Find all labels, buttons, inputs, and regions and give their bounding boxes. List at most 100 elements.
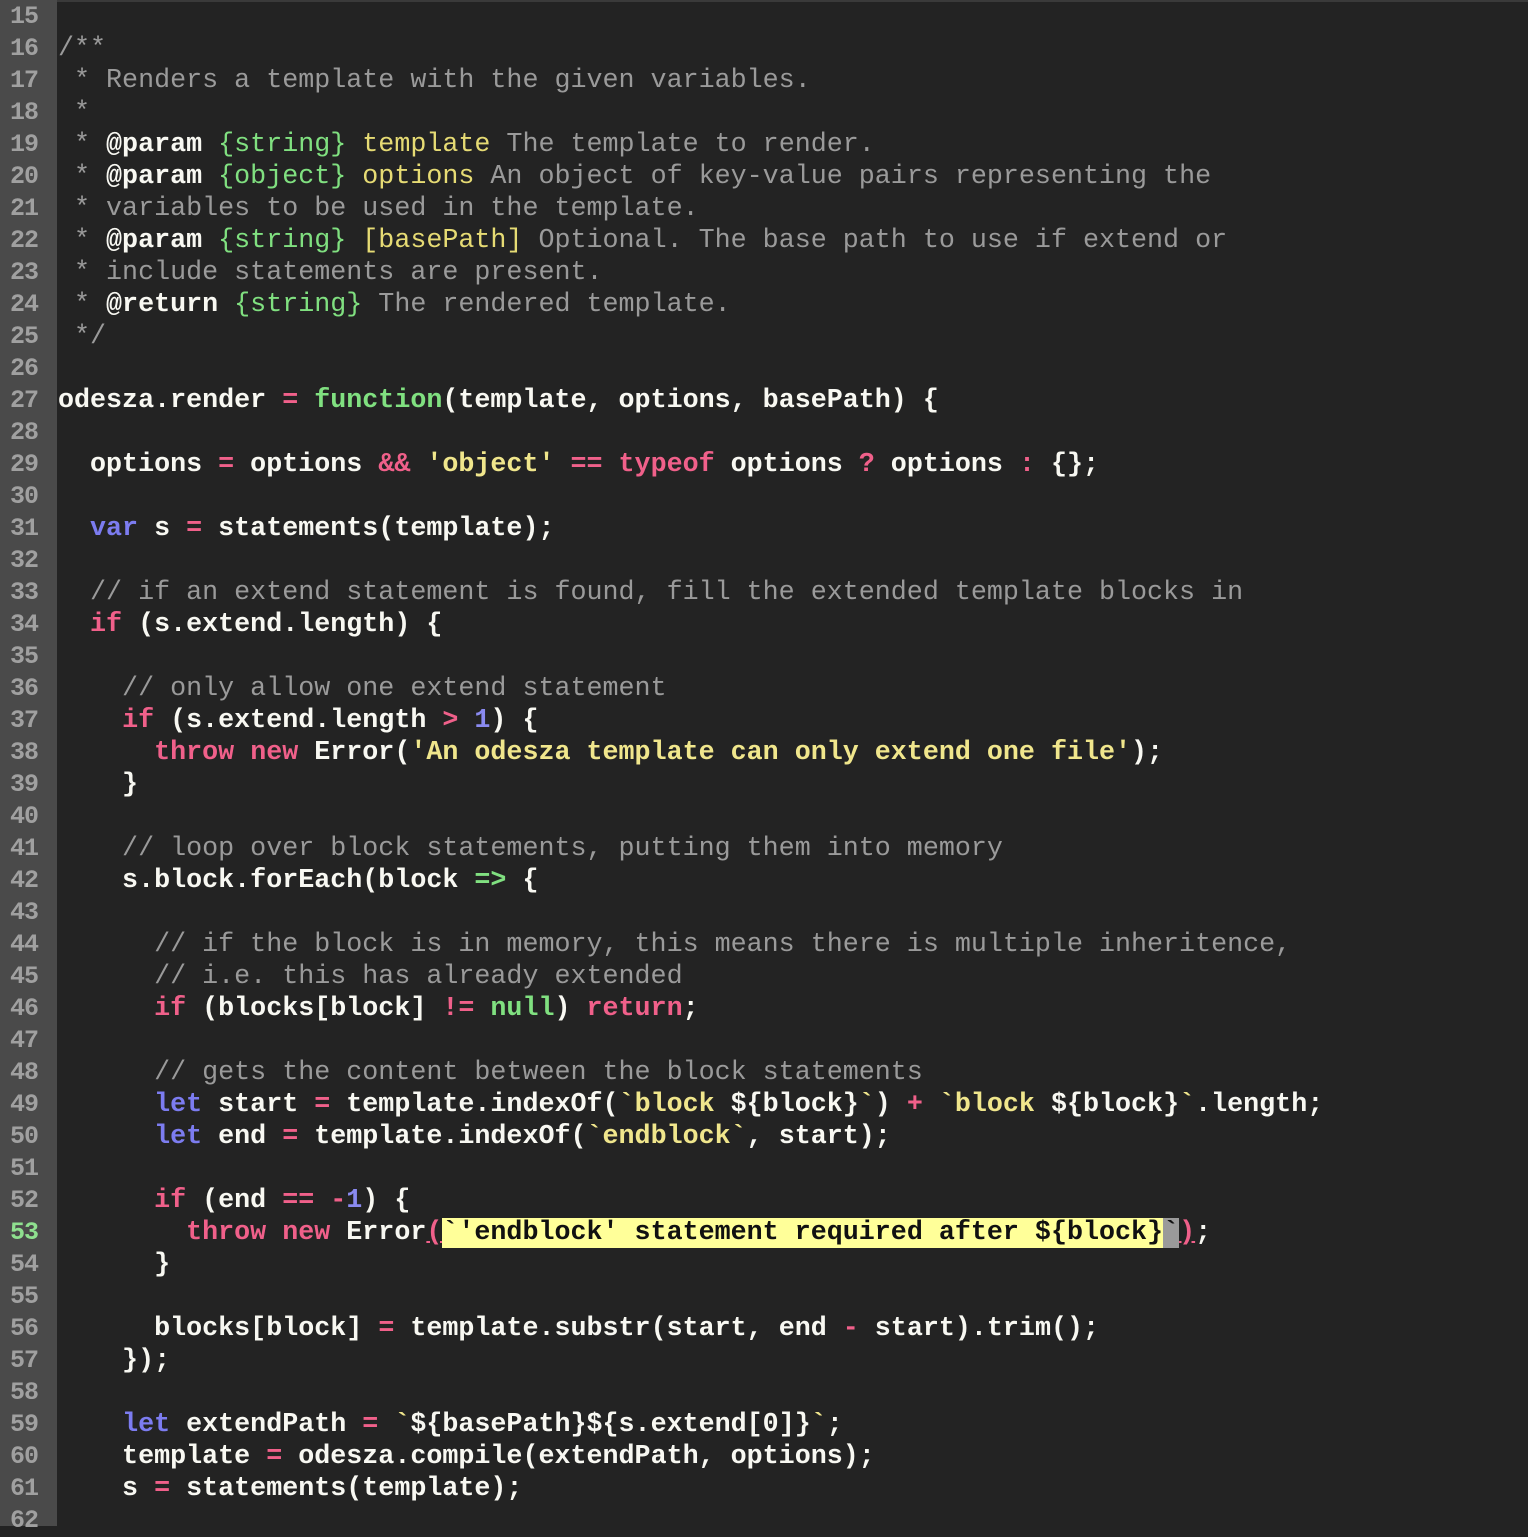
line-code[interactable]: *: [58, 97, 90, 129]
code-line[interactable]: 49 let start = template.indexOf(`block $…: [0, 1089, 1528, 1121]
line-code[interactable]: * @return {string} The rendered template…: [58, 289, 731, 321]
line-code[interactable]: let extendPath = `${basePath}${s.extend[…: [58, 1409, 843, 1441]
code-line[interactable]: 30: [0, 481, 1528, 513]
code-line[interactable]: 20 * @param {object} options An object o…: [0, 161, 1528, 193]
code-line[interactable]: 42 s.block.forEach(block => {: [0, 865, 1528, 897]
code-line[interactable]: 50 let end = template.indexOf(`endblock`…: [0, 1121, 1528, 1153]
code-line[interactable]: 19 * @param {string} template The templa…: [0, 129, 1528, 161]
line-code[interactable]: * include statements are present.: [58, 257, 603, 289]
code-line[interactable]: 25 */: [0, 321, 1528, 353]
line-code[interactable]: if (s.extend.length) {: [58, 609, 442, 641]
code-line[interactable]: 60 template = odesza.compile(extendPath,…: [0, 1441, 1528, 1473]
line-code[interactable]: var s = statements(template);: [58, 513, 554, 545]
line-code[interactable]: blocks[block] = template.substr(start, e…: [58, 1313, 1099, 1345]
code-token: @param: [106, 162, 203, 192]
code-line[interactable]: 51: [0, 1153, 1528, 1185]
line-code[interactable]: /**: [58, 33, 106, 65]
code-line[interactable]: 33 // if an extend statement is found, f…: [0, 577, 1528, 609]
code-line[interactable]: 15: [0, 1, 1528, 33]
code-line[interactable]: 32: [0, 545, 1528, 577]
code-line[interactable]: 58: [0, 1377, 1528, 1409]
code-line[interactable]: 16 /**: [0, 33, 1528, 65]
code-token: });: [58, 1346, 171, 1376]
line-code[interactable]: let end = template.indexOf(`endblock`, s…: [58, 1121, 891, 1153]
code-line[interactable]: 54 }: [0, 1249, 1528, 1281]
code-line[interactable]: 53 throw new Error(`'endblock' statement…: [0, 1217, 1528, 1249]
code-line[interactable]: 23 * include statements are present.: [0, 257, 1528, 289]
code-token: {};: [1034, 450, 1100, 480]
line-code[interactable]: }: [58, 769, 138, 801]
code-token: options: [234, 450, 379, 480]
line-code[interactable]: });: [58, 1345, 170, 1377]
code-line[interactable]: 59 let extendPath = `${basePath}${s.exte…: [0, 1409, 1528, 1441]
code-line[interactable]: 46 if (blocks[block] != null) return;: [0, 993, 1528, 1025]
line-code[interactable]: options = options && 'object' == typeof …: [58, 449, 1099, 481]
code-line[interactable]: 31 var s = statements(template);: [0, 513, 1528, 545]
code-line[interactable]: 27 odesza.render = function(template, opt…: [0, 385, 1528, 417]
line-number: 50: [10, 1122, 39, 1151]
line-code[interactable]: // if an extend statement is found, fill…: [58, 577, 1243, 609]
code-line[interactable]: 48 // gets the content between the block…: [0, 1057, 1528, 1089]
line-code[interactable]: * @param {string} template The template …: [58, 129, 875, 161]
line-code[interactable]: if (s.extend.length > 1) {: [58, 705, 538, 737]
code-line[interactable]: 34 if (s.extend.length) {: [0, 609, 1528, 641]
code-line[interactable]: 61 s = statements(template);: [0, 1473, 1528, 1505]
line-code[interactable]: if (end == -1) {: [58, 1185, 410, 1217]
code-token: The rendered template.: [362, 290, 731, 320]
line-code[interactable]: * Renders a template with the given vari…: [58, 65, 811, 97]
line-code[interactable]: throw new Error(`'endblock' statement re…: [58, 1217, 1211, 1249]
line-code[interactable]: template = odesza.compile(extendPath, op…: [58, 1441, 875, 1473]
code-line[interactable]: 47: [0, 1025, 1528, 1057]
line-code[interactable]: }: [58, 1249, 170, 1281]
line-code[interactable]: */: [58, 321, 106, 353]
line-code[interactable]: if (blocks[block] != null) return;: [58, 993, 699, 1025]
line-code[interactable]: throw new Error('An odesza template can …: [58, 737, 1163, 769]
line-number: 38: [10, 738, 39, 767]
line-code[interactable]: // loop over block statements, putting t…: [58, 833, 1003, 865]
line-code[interactable]: * @param {string} [basePath] Optional. T…: [58, 225, 1227, 257]
code-line[interactable]: 40: [0, 801, 1528, 833]
code-line[interactable]: 39 }: [0, 769, 1528, 801]
code-line[interactable]: 18 *: [0, 97, 1528, 129]
code-line[interactable]: 52 if (end == -1) {: [0, 1185, 1528, 1217]
code-line[interactable]: 62: [0, 1505, 1528, 1537]
code-lines[interactable]: 15 16/** 17 * Renders a template with the …: [0, 1, 1528, 1537]
code-line[interactable]: 24 * @return {string} The rendered templ…: [0, 289, 1528, 321]
line-code[interactable]: s.block.forEach(block => {: [58, 865, 538, 897]
code-line[interactable]: 22 * @param {string} [basePath] Optional…: [0, 225, 1528, 257]
line-code[interactable]: // i.e. this has already extended: [58, 961, 683, 993]
line-code[interactable]: s = statements(template);: [58, 1473, 522, 1505]
code-line[interactable]: 36 // only allow one extend statement: [0, 673, 1528, 705]
code-line[interactable]: 57 });: [0, 1345, 1528, 1377]
line-code[interactable]: odesza.render = function(template, optio…: [58, 385, 939, 417]
code-token: ${block}: [730, 1090, 859, 1120]
code-line[interactable]: 43: [0, 897, 1528, 929]
line-code[interactable]: // if the block is in memory, this means…: [58, 929, 1291, 961]
code-line[interactable]: 28: [0, 417, 1528, 449]
code-line[interactable]: 38 throw new Error('An odesza template c…: [0, 737, 1528, 769]
line-code[interactable]: // gets the content between the block st…: [58, 1057, 923, 1089]
code-token: `: [618, 1090, 635, 1120]
line-code[interactable]: * @param {object} options An object of k…: [58, 161, 1211, 193]
code-editor[interactable]: 15 16/** 17 * Renders a template with the …: [0, 0, 1528, 1535]
line-code[interactable]: let start = template.indexOf(`block ${bl…: [58, 1089, 1323, 1121]
code-line[interactable]: 35: [0, 641, 1528, 673]
code-line[interactable]: 29 options = options && 'object' == type…: [0, 449, 1528, 481]
code-line[interactable]: 56 blocks[block] = template.substr(start…: [0, 1313, 1528, 1345]
line-code[interactable]: * variables to be used in the template.: [58, 193, 699, 225]
code-token: =: [154, 1474, 171, 1504]
line-code[interactable]: // only allow one extend statement: [58, 673, 667, 705]
code-line[interactable]: 55: [0, 1281, 1528, 1313]
code-line[interactable]: 37 if (s.extend.length > 1) {: [0, 705, 1528, 737]
code-line[interactable]: 21 * variables to be used in the templat…: [0, 193, 1528, 225]
line-number: 44: [10, 930, 39, 959]
code-line[interactable]: 45 // i.e. this has already extended: [0, 961, 1528, 993]
code-line[interactable]: 41 // loop over block statements, puttin…: [0, 833, 1528, 865]
code-token: 'object': [426, 450, 555, 480]
code-line[interactable]: 44 // if the block is in memory, this me…: [0, 929, 1528, 961]
line-number: 19: [10, 130, 39, 159]
code-line[interactable]: 17 * Renders a template with the given v…: [0, 65, 1528, 97]
code-line[interactable]: 26: [0, 353, 1528, 385]
